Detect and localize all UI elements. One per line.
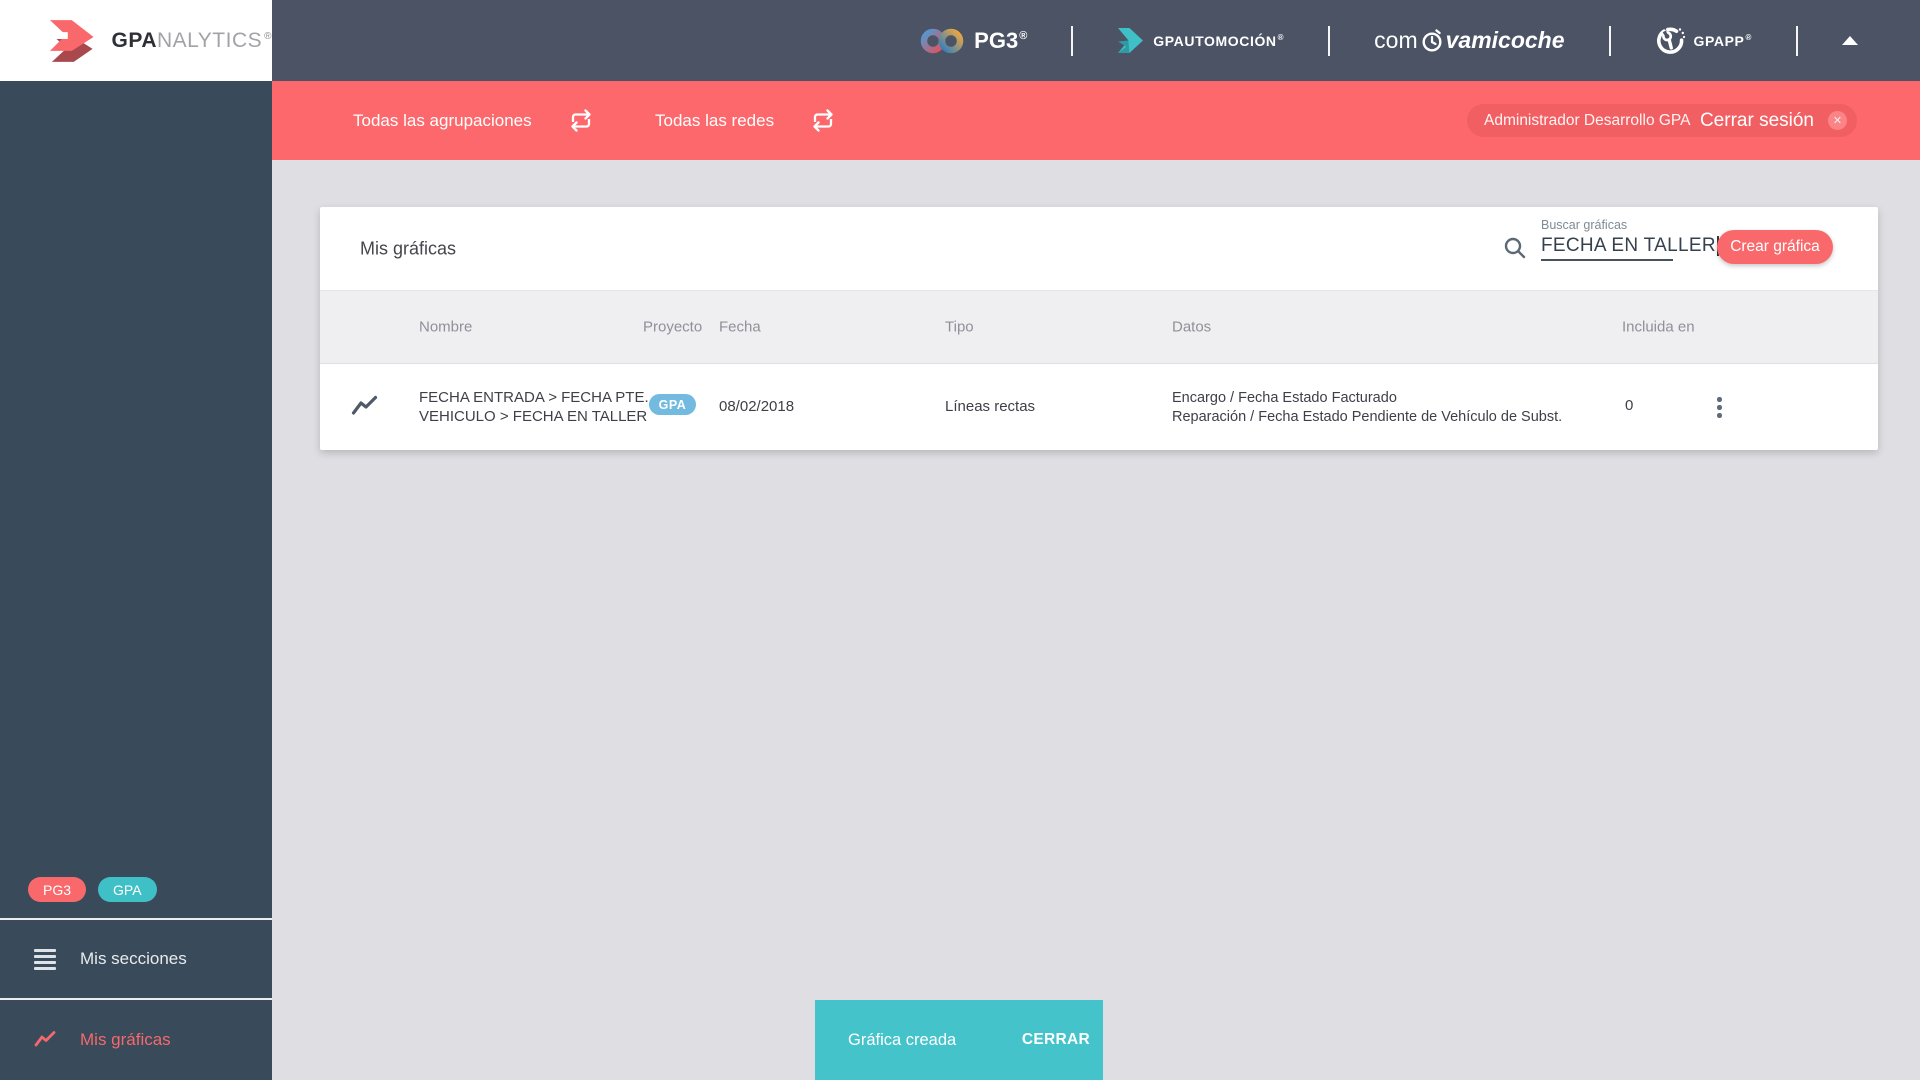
swap-icon[interactable] (810, 109, 836, 132)
search-input-label: Buscar gráficas (1541, 218, 1628, 232)
gpanalytics-arrow-icon (49, 19, 94, 62)
pg3-label: PG3® (974, 27, 1028, 53)
column-header-datos: Datos (1172, 318, 1212, 336)
registered-mark: ® (1019, 30, 1028, 43)
sections-icon (34, 948, 56, 970)
toast-close-button[interactable]: CERRAR (1022, 1031, 1090, 1049)
my-charts-card: Mis gráficas Buscar gráficas FECHA EN TA… (320, 207, 1878, 450)
gpapp-gauge-wrench-icon (1656, 27, 1685, 54)
toast-message: Gráfica creada (848, 1030, 957, 1049)
search-input-underline (1541, 259, 1673, 261)
comprovamicoche-logo[interactable]: com vamicoche (1374, 27, 1564, 54)
gpautomocion-logo[interactable]: GPAUTOMOCIÓN® (1117, 27, 1284, 54)
page-title: Mis gráficas (360, 238, 457, 258)
row-menu-kebab-icon[interactable] (1713, 393, 1726, 422)
pg3-logo[interactable]: PG3® (920, 26, 1027, 56)
comprova-suffix: vamicoche (1445, 27, 1565, 53)
sidebar-item-mis-graficas[interactable]: Mis gráficas (0, 1000, 272, 1080)
clock-icon (1421, 28, 1443, 53)
sidebar-item-mis-secciones[interactable]: Mis secciones (0, 920, 272, 998)
app-logo-text: GPANALYTICS ® (112, 29, 272, 53)
logout-button[interactable]: Cerrar sesión (1700, 110, 1814, 132)
data-line2: Reparación / Fecha Estado Pendiente de V… (1172, 409, 1563, 425)
search-icon (1504, 237, 1526, 259)
card-header: Mis gráficas Buscar gráficas FECHA EN TA… (320, 207, 1878, 290)
collapse-topbar-arrow-icon[interactable] (1842, 36, 1858, 45)
chart-name-line1: FECHA ENTRADA > FECHA PTE. (419, 389, 649, 406)
sidebar: GPANALYTICS ® PG3 GPA Mis secciones Mis g… (0, 0, 272, 1080)
search-input-value: FECHA EN TALLER (1541, 235, 1716, 256)
project-badge: GPA (649, 394, 696, 415)
sidebar-badge-pg3[interactable]: PG3 (28, 877, 87, 902)
search-input[interactable]: FECHA EN TALLER (1541, 235, 1719, 257)
app-logo[interactable]: GPANALYTICS ® (0, 0, 272, 81)
logo-light: NALYTICS (156, 28, 263, 52)
column-header-nombre: Nombre (419, 318, 473, 336)
gpautomocion-arrow-icon (1118, 28, 1144, 53)
filter-networks-label: Todas las redes (655, 110, 775, 130)
divider (1796, 25, 1798, 56)
line-chart-icon (351, 395, 378, 415)
user-session-pill: Administrador Desarrollo GPA Cerrar sesi… (1467, 104, 1857, 137)
gpapp-label: GPAPP® (1693, 32, 1752, 49)
comprova-prefix: com (1374, 27, 1418, 53)
snackbar-toast: Gráfica creada CERRAR (815, 1000, 1103, 1080)
sidebar-item-label: Mis gráficas (80, 1030, 171, 1049)
sidebar-badges: PG3 GPA (28, 877, 157, 902)
registered-mark: ® (1745, 32, 1752, 42)
chart-name-cell: FECHA ENTRADA > FECHA PTE. VEHICULO > FE… (419, 388, 649, 426)
registered-mark: ® (1277, 32, 1285, 42)
data-line1: Encargo / Fecha Estado Facturado (1172, 390, 1397, 406)
divider (1071, 25, 1074, 56)
filter-groupings-label: Todas las agrupaciones (353, 110, 532, 130)
table-row[interactable]: FECHA ENTRADA > FECHA PTE. VEHICULO > FE… (320, 364, 1878, 449)
sidebar-item-label: Mis secciones (80, 949, 187, 968)
current-user-name: Administrador Desarrollo GPA (1484, 111, 1691, 129)
date-cell: 08/02/2018 (719, 398, 795, 415)
gpapp-logo[interactable]: GPAPP® (1655, 26, 1752, 56)
line-chart-icon (34, 1031, 56, 1047)
column-header-fecha: Fecha (719, 318, 761, 336)
topbar: PG3® GPAUTOMOCIÓN® com vamicoche GPAPP® (272, 0, 1920, 81)
pg3-infinity-icon (920, 28, 964, 53)
divider (1608, 25, 1611, 56)
filter-all-networks[interactable]: Todas las redes (655, 81, 836, 160)
data-cell: Encargo / Fecha Estado Facturado Reparac… (1172, 389, 1562, 427)
logo-bold: GPA (111, 28, 157, 52)
table-header-row: Nombre Proyecto Fecha Tipo Datos Incluid… (320, 290, 1878, 364)
included-in-cell: 0 (1625, 397, 1634, 414)
swap-icon[interactable] (568, 109, 594, 132)
column-header-incluida-en: Incluida en (1622, 318, 1695, 336)
filter-bar: Todas las agrupaciones Todas las redes A… (272, 81, 1920, 160)
gpautomocion-label: GPAUTOMOCIÓN® (1153, 32, 1285, 49)
create-chart-button[interactable]: Crear gráfica (1717, 230, 1833, 264)
filter-all-groupings[interactable]: Todas las agrupaciones (353, 81, 594, 160)
type-cell: Líneas rectas (945, 398, 1036, 415)
logout-close-icon[interactable]: ✕ (1828, 111, 1847, 130)
column-header-proyecto: Proyecto (643, 318, 703, 336)
logo-registered-mark: ® (264, 30, 272, 42)
chart-name-line2: VEHICULO > FECHA EN TALLER (419, 408, 648, 425)
sidebar-badge-gpa[interactable]: GPA (98, 877, 157, 902)
column-header-tipo: Tipo (945, 318, 974, 336)
divider (1328, 25, 1331, 56)
